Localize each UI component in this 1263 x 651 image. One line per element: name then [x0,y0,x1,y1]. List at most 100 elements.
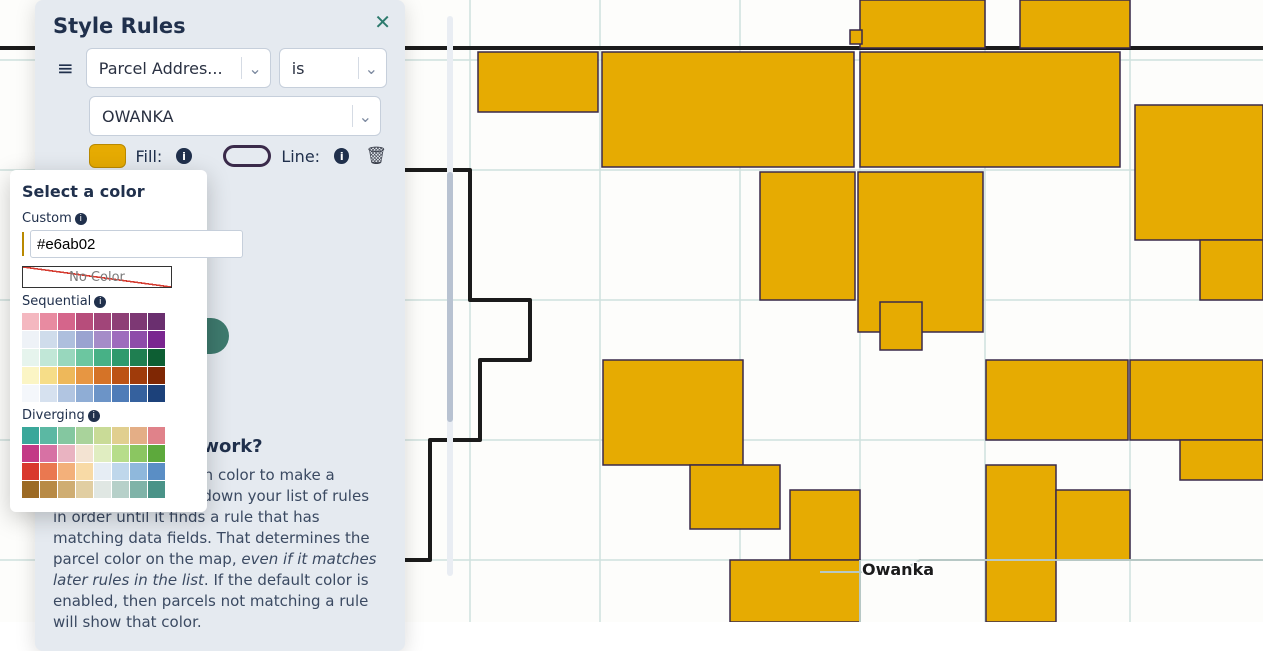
picker-title: Select a color [22,182,195,201]
line-label: Line: [281,147,320,166]
palette-swatch[interactable] [40,481,57,498]
palette-swatch[interactable] [76,313,93,330]
palette-swatch[interactable] [130,463,147,480]
palette-swatch[interactable] [76,385,93,402]
trash-icon[interactable]: 🗑 [365,146,387,166]
palette-swatch[interactable] [130,427,147,444]
palette-swatch[interactable] [130,481,147,498]
palette-swatch[interactable] [94,445,111,462]
palette-swatch[interactable] [40,349,57,366]
palette-swatch[interactable] [148,349,165,366]
palette-swatch[interactable] [76,481,93,498]
palette-swatch[interactable] [76,331,93,348]
palette-swatch[interactable] [40,313,57,330]
palette-swatch[interactable] [58,331,75,348]
fill-label: Fill: [136,147,163,166]
panel-scrollbar[interactable] [415,0,435,651]
palette-swatch[interactable] [22,331,39,348]
palette-swatch[interactable] [58,427,75,444]
palette-swatch[interactable] [130,349,147,366]
palette-swatch[interactable] [94,367,111,384]
palette-swatch[interactable] [58,313,75,330]
palette-swatch[interactable] [58,367,75,384]
info-icon[interactable]: i [88,410,100,422]
drag-handle-icon[interactable]: ≡ [53,56,78,80]
chevron-down-icon: ⌄ [248,59,261,78]
palette-swatch[interactable] [112,331,129,348]
palette-swatch[interactable] [148,331,165,348]
palette-swatch[interactable] [22,481,39,498]
palette-swatch[interactable] [76,367,93,384]
palette-swatch[interactable] [94,481,111,498]
palette-swatch[interactable] [148,367,165,384]
palette-swatch[interactable] [148,313,165,330]
palette-swatch[interactable] [148,427,165,444]
diverging-label: Divergingi [22,408,195,423]
palette-swatch[interactable] [148,445,165,462]
palette-swatch[interactable] [94,463,111,480]
palette-swatch[interactable] [130,331,147,348]
palette-swatch[interactable] [130,385,147,402]
palette-swatch[interactable] [76,445,93,462]
palette-swatch[interactable] [76,463,93,480]
color-picker-popover: Select a color Customi No Color Sequenti… [10,170,207,512]
palette-swatch[interactable] [94,349,111,366]
rule-field-select[interactable]: Parcel Addres... ⌄ [86,48,271,88]
rule-operator-select[interactable]: is ⌄ [279,48,387,88]
sequential-label: Sequentiali [22,294,195,309]
palette-swatch[interactable] [76,427,93,444]
sequential-palette [22,313,195,402]
palette-swatch[interactable] [40,445,57,462]
palette-swatch[interactable] [40,385,57,402]
panel-title: Style Rules [53,14,387,38]
no-color-button[interactable]: No Color [22,266,172,288]
fill-color-swatch[interactable] [89,144,126,168]
palette-swatch[interactable] [22,427,39,444]
palette-swatch[interactable] [112,445,129,462]
palette-swatch[interactable] [112,385,129,402]
close-icon[interactable]: ✕ [374,10,391,34]
palette-swatch[interactable] [58,481,75,498]
palette-swatch[interactable] [112,313,129,330]
palette-swatch[interactable] [112,367,129,384]
palette-swatch[interactable] [148,481,165,498]
line-color-swatch[interactable] [223,145,271,167]
palette-swatch[interactable] [94,313,111,330]
info-icon[interactable]: i [94,296,106,308]
palette-swatch[interactable] [58,349,75,366]
palette-swatch[interactable] [22,445,39,462]
palette-swatch[interactable] [130,445,147,462]
palette-swatch[interactable] [22,349,39,366]
palette-swatch[interactable] [148,463,165,480]
palette-swatch[interactable] [40,427,57,444]
palette-swatch[interactable] [76,349,93,366]
palette-swatch[interactable] [58,385,75,402]
palette-swatch[interactable] [40,331,57,348]
palette-swatch[interactable] [112,481,129,498]
palette-swatch[interactable] [130,313,147,330]
palette-swatch[interactable] [94,385,111,402]
palette-swatch[interactable] [112,463,129,480]
rule-field-value: Parcel Addres... [99,59,236,78]
rule-value-select[interactable]: OWANKA ⌄ [89,96,381,136]
palette-swatch[interactable] [94,427,111,444]
palette-swatch[interactable] [22,385,39,402]
info-icon[interactable]: i [176,148,191,164]
palette-swatch[interactable] [130,367,147,384]
diverging-palette [22,427,195,498]
custom-color-swatch[interactable] [22,232,24,256]
palette-swatch[interactable] [40,367,57,384]
info-icon[interactable]: i [334,148,349,164]
hex-input[interactable] [30,230,243,258]
palette-swatch[interactable] [22,367,39,384]
palette-swatch[interactable] [22,313,39,330]
palette-swatch[interactable] [58,445,75,462]
palette-swatch[interactable] [22,463,39,480]
palette-swatch[interactable] [112,349,129,366]
palette-swatch[interactable] [112,427,129,444]
palette-swatch[interactable] [148,385,165,402]
palette-swatch[interactable] [40,463,57,480]
palette-swatch[interactable] [58,463,75,480]
info-icon[interactable]: i [75,213,87,225]
palette-swatch[interactable] [94,331,111,348]
